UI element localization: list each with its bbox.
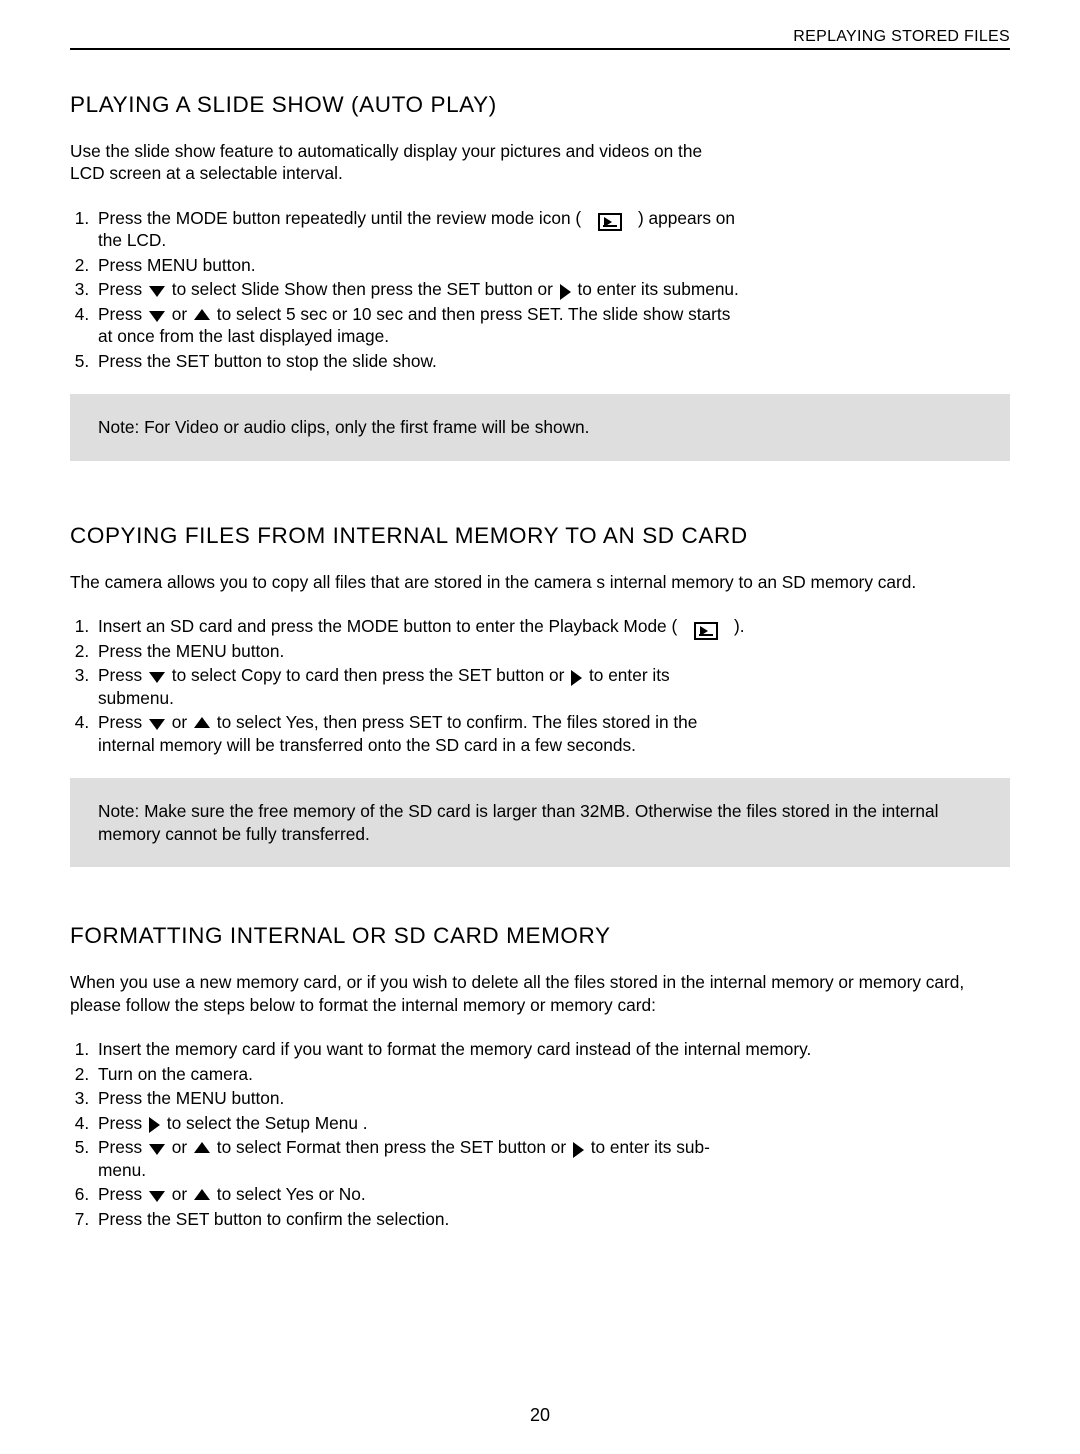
right-arrow-icon	[571, 670, 582, 686]
step-text: or	[172, 1137, 192, 1157]
list-item: Press or to select 5 sec or 10 sec and t…	[94, 303, 748, 348]
playback-icon	[694, 622, 718, 640]
step-text: to select Format then press the SET butt…	[217, 1137, 571, 1157]
right-arrow-icon	[149, 1117, 160, 1133]
list-item: Press to select Copy to card then press …	[94, 664, 748, 709]
list-item: Turn on the camera.	[94, 1063, 1010, 1085]
step-text: or	[172, 304, 192, 324]
down-arrow-icon	[149, 719, 165, 730]
up-arrow-icon	[194, 717, 210, 728]
playback-icon	[598, 213, 622, 231]
step-text: Press	[98, 1184, 147, 1204]
up-arrow-icon	[194, 309, 210, 320]
steps-slideshow: Press the MODE button repeatedly until t…	[70, 207, 1010, 372]
list-item: Press or to select Yes or No.	[94, 1183, 1010, 1205]
up-arrow-icon	[194, 1142, 210, 1153]
steps-copying: Insert an SD card and press the MODE but…	[70, 615, 1010, 756]
list-item: Press or to select Format then press the…	[94, 1136, 748, 1181]
list-item: Press the SET button to confirm the sele…	[94, 1208, 1010, 1230]
step-text: or	[172, 1184, 192, 1204]
right-arrow-icon	[573, 1142, 584, 1158]
intro-formatting: When you use a new memory card, or if yo…	[70, 971, 990, 1016]
heading-copying: COPYING FILES FROM INTERNAL MEMORY TO AN…	[70, 523, 1010, 549]
page-number: 20	[0, 1405, 1080, 1426]
step-text: Press	[98, 1137, 147, 1157]
step-text: Press	[98, 1113, 147, 1133]
list-item: Press to select Slide Show then press th…	[94, 278, 748, 300]
down-arrow-icon	[149, 286, 165, 297]
list-item: Press or to select Yes, then press SET t…	[94, 711, 748, 756]
down-arrow-icon	[149, 1191, 165, 1202]
list-item: Insert an SD card and press the MODE but…	[94, 615, 748, 637]
list-item: Press MENU button.	[94, 254, 748, 276]
right-arrow-icon	[560, 284, 571, 300]
intro-copying: The camera allows you to copy all files …	[70, 571, 990, 593]
step-text: Insert an SD card and press the MODE but…	[98, 616, 687, 636]
down-arrow-icon	[149, 672, 165, 683]
list-item: Press the MODE button repeatedly until t…	[94, 207, 748, 252]
intro-slideshow: Use the slide show feature to automatica…	[70, 140, 710, 185]
step-text: ).	[724, 616, 744, 636]
step-text: Press the MODE button repeatedly until t…	[98, 208, 591, 228]
heading-formatting: FORMATTING INTERNAL OR SD CARD MEMORY	[70, 923, 1010, 949]
list-item: Insert the memory card if you want to fo…	[94, 1038, 1010, 1060]
list-item: Press to select the Setup Menu .	[94, 1112, 1010, 1134]
up-arrow-icon	[194, 1189, 210, 1200]
step-text: to select 5 sec or 10 sec and then press…	[98, 304, 730, 346]
note-slideshow: Note: For Video or audio clips, only the…	[70, 394, 1010, 460]
list-item: Press the SET button to stop the slide s…	[94, 350, 748, 372]
down-arrow-icon	[149, 1144, 165, 1155]
step-text: or	[172, 712, 192, 732]
step-text: Press	[98, 304, 147, 324]
list-item: Press the MENU button.	[94, 1087, 1010, 1109]
step-text: to select Copy to card then press the SE…	[172, 665, 569, 685]
down-arrow-icon	[149, 311, 165, 322]
step-text: to select Yes or No.	[217, 1184, 366, 1204]
step-text: Press	[98, 665, 147, 685]
step-text: to enter its submenu.	[577, 279, 738, 299]
step-text: Press	[98, 712, 147, 732]
note-copying: Note: Make sure the free memory of the S…	[70, 778, 1010, 867]
step-text: Press	[98, 279, 147, 299]
heading-slideshow: PLAYING A SLIDE SHOW (AUTO PLAY)	[70, 92, 1010, 118]
steps-formatting: Insert the memory card if you want to fo…	[70, 1038, 1010, 1230]
list-item: Press the MENU button.	[94, 640, 748, 662]
step-text: to select Slide Show then press the SET …	[172, 279, 558, 299]
step-text: to select the Setup Menu .	[167, 1113, 368, 1133]
running-header: REPLAYING STORED FILES	[70, 28, 1010, 50]
